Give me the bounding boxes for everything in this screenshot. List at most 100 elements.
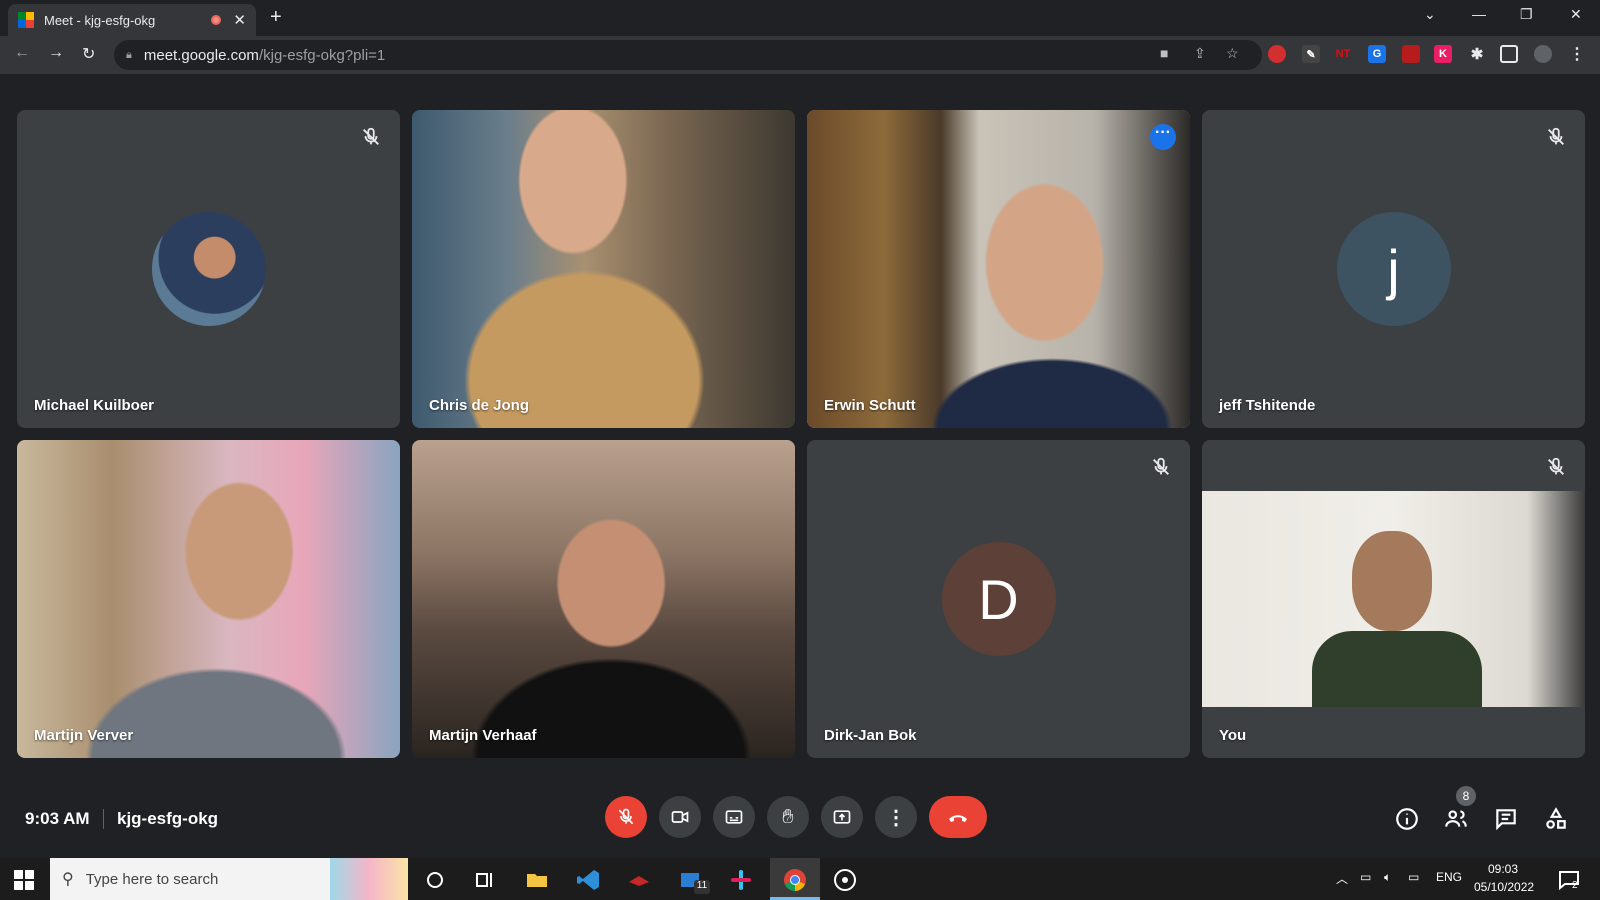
- present-icon: [833, 810, 851, 824]
- leave-call-button[interactable]: [929, 796, 987, 838]
- present-screen-button[interactable]: [821, 796, 863, 838]
- back-icon[interactable]: ←: [14, 44, 30, 62]
- more-options-icon[interactable]: ···: [1150, 124, 1176, 150]
- participant-name: Martijn Verhaaf: [429, 727, 537, 744]
- chat-icon[interactable]: [1493, 806, 1519, 832]
- participant-tile-martijn-verhaaf[interactable]: Martijn Verhaaf: [412, 440, 795, 758]
- meeting-details-icon[interactable]: [1394, 806, 1420, 832]
- person-sweater: [1312, 631, 1482, 707]
- task-view-icon[interactable]: [472, 867, 498, 893]
- browser-tab-bar: Meet - kjg-esfg-okg ✕ + ⌄ — ❐ ✕: [0, 0, 1600, 36]
- participant-name: Chris de Jong: [429, 397, 530, 414]
- more-options-button[interactable]: ⋮: [875, 796, 917, 838]
- participant-tile-jeff[interactable]: j jeff Tshitende: [1202, 110, 1585, 428]
- restore-button[interactable]: ❐: [1520, 6, 1533, 23]
- participant-tile-dirk-jan[interactable]: D Dirk-Jan Bok: [807, 440, 1190, 758]
- people-icon[interactable]: [1443, 806, 1469, 832]
- people-count-badge: 8: [1456, 786, 1476, 806]
- mic-off-icon: [1153, 457, 1169, 475]
- search-icon: ⚲: [62, 871, 74, 888]
- extension-nt-icon[interactable]: NT: [1334, 45, 1352, 63]
- cortana-icon[interactable]: [422, 867, 448, 893]
- address-bar[interactable]: 🔒︎ meet.google.com /kjg-esfg-okg?pli=1: [114, 40, 1262, 70]
- participant-tile-you[interactable]: You: [1202, 440, 1585, 758]
- battery-icon[interactable]: ▭: [1360, 870, 1371, 884]
- participant-tile-chris[interactable]: Chris de Jong: [412, 110, 795, 428]
- camera-toggle-button[interactable]: [659, 796, 701, 838]
- extension-red-icon[interactable]: [1268, 45, 1286, 63]
- more-vert-icon: ⋮: [886, 806, 906, 829]
- chrome-icon[interactable]: [782, 867, 808, 893]
- mail-badge: 11: [694, 880, 710, 894]
- forward-icon[interactable]: →: [48, 44, 64, 62]
- mic-off-icon: [1548, 457, 1564, 475]
- person-silhouette: [17, 440, 400, 758]
- obs-icon[interactable]: [832, 867, 858, 893]
- profile-avatar-icon[interactable]: [1534, 45, 1552, 63]
- participant-tile-michael[interactable]: Michael Kuilboer: [17, 110, 400, 428]
- hand-icon: ✋︎: [782, 805, 794, 828]
- extension-box-icon[interactable]: [1402, 45, 1420, 63]
- person-silhouette: [807, 110, 1190, 428]
- raise-hand-button[interactable]: ✋︎: [767, 796, 809, 838]
- slack-icon[interactable]: [728, 867, 754, 893]
- windows-start-icon[interactable]: [14, 870, 34, 890]
- activities-icon[interactable]: [1543, 806, 1569, 832]
- taskbar-clock-date[interactable]: 05/10/2022: [1474, 880, 1534, 894]
- tray-chevron-icon[interactable]: ︿: [1336, 870, 1348, 887]
- network-icon[interactable]: ▭: [1408, 870, 1419, 884]
- taskbar-clock-time[interactable]: 09:03: [1488, 862, 1518, 876]
- browser-tab-meet[interactable]: Meet - kjg-esfg-okg ✕: [8, 4, 256, 36]
- volume-icon[interactable]: 🔈︎: [1384, 870, 1391, 885]
- app-red-icon[interactable]: [626, 867, 652, 893]
- new-tab-button[interactable]: +: [270, 6, 282, 29]
- reload-icon[interactable]: ↻: [82, 44, 95, 64]
- browser-toolbar: ← → ↻ 🔒︎ meet.google.com /kjg-esfg-okg?p…: [0, 36, 1600, 74]
- mic-off-icon: [1548, 127, 1564, 145]
- meet-favicon-icon: [18, 12, 34, 28]
- lock-icon: 🔒︎: [126, 48, 132, 61]
- notification-count: 2: [1572, 880, 1578, 891]
- file-explorer-icon[interactable]: [524, 867, 550, 893]
- divider: [103, 809, 104, 829]
- tab-search-icon[interactable]: ⌄: [1424, 6, 1436, 23]
- url-host: meet.google.com: [143, 46, 259, 64]
- mic-toggle-button[interactable]: [605, 796, 647, 838]
- avatar-photo: [151, 212, 266, 326]
- avatar-letter: j: [1336, 212, 1451, 326]
- person-silhouette: [1352, 531, 1432, 631]
- extension-k-icon[interactable]: K: [1434, 45, 1452, 63]
- participant-name: Erwin Schutt: [824, 397, 916, 414]
- meeting-controls-bar: 9:03 AM kjg-esfg-okg ✋︎ ⋮ 8: [0, 776, 1600, 858]
- minimize-button[interactable]: —: [1472, 6, 1486, 22]
- taskbar-search-box[interactable]: ⚲ Type here to search: [50, 858, 408, 900]
- self-video-feed: [1202, 491, 1585, 707]
- participant-name: Martijn Verver: [34, 727, 134, 744]
- camera-in-use-icon[interactable]: ■: [1160, 45, 1168, 61]
- chrome-menu-icon[interactable]: ⋮: [1568, 45, 1586, 63]
- meeting-time: 9:03 AM: [25, 809, 90, 828]
- side-panel-icon[interactable]: [1500, 45, 1518, 63]
- extensions-puzzle-icon[interactable]: ✱: [1468, 45, 1486, 63]
- mic-off-icon: [363, 127, 379, 145]
- person-silhouette: [412, 110, 795, 428]
- close-tab-icon[interactable]: ✕: [233, 11, 246, 29]
- participant-name: jeff Tshitende: [1219, 397, 1316, 414]
- vscode-icon[interactable]: [576, 867, 602, 893]
- participant-tile-erwin[interactable]: ··· Erwin Schutt: [807, 110, 1190, 428]
- notifications-icon[interactable]: [1556, 867, 1582, 893]
- language-indicator[interactable]: ENG: [1436, 870, 1462, 884]
- search-highlight-image: [330, 858, 408, 900]
- google-translate-icon[interactable]: G: [1368, 45, 1386, 63]
- bookmark-star-icon[interactable]: ☆: [1226, 45, 1239, 62]
- captions-button[interactable]: [713, 796, 755, 838]
- person-silhouette: [412, 440, 795, 758]
- share-icon[interactable]: ⇪: [1194, 45, 1206, 62]
- participant-name: Michael Kuilboer: [34, 397, 155, 414]
- tab-title: Meet - kjg-esfg-okg: [44, 12, 156, 28]
- search-placeholder: Type here to search: [85, 870, 219, 888]
- participant-tile-martijn-verver[interactable]: Martijn Verver: [17, 440, 400, 758]
- close-window-button[interactable]: ✕: [1570, 6, 1582, 23]
- avatar-letter: D: [941, 542, 1056, 656]
- extension-pen-icon[interactable]: ✎: [1302, 45, 1320, 63]
